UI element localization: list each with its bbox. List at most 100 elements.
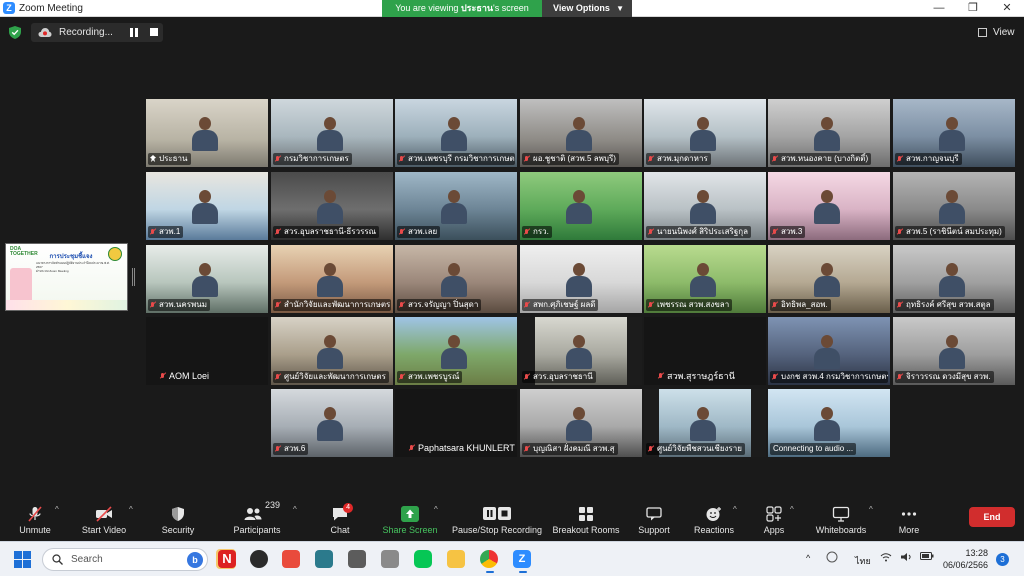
video-options-caret-icon[interactable]: ^ xyxy=(129,505,133,514)
apps-button[interactable]: Apps xyxy=(754,497,794,541)
chat-unread-badge: 4 xyxy=(343,503,354,513)
view-layout-button[interactable]: View xyxy=(978,24,1018,41)
chat-button[interactable]: 4 Chat xyxy=(318,497,362,541)
participant-tile[interactable]: Connecting to audio ... xyxy=(768,389,890,457)
stop-recording-button[interactable] xyxy=(150,28,158,36)
pause-stop-recording-button[interactable]: Pause/Stop Recording xyxy=(449,497,545,541)
breakout-rooms-button[interactable]: Breakout Rooms xyxy=(549,497,623,541)
security-button[interactable]: Security xyxy=(155,497,201,541)
windows-start-icon[interactable] xyxy=(14,551,31,568)
microphone-muted-icon xyxy=(275,446,281,452)
share-screen-button[interactable]: Share Screen xyxy=(380,497,440,541)
minimize-button[interactable]: — xyxy=(922,0,956,17)
participant-tile[interactable]: ฤทธิรงค์ ศรีสุข สวพ.สตูล xyxy=(893,245,1015,313)
show-hidden-icons-icon[interactable]: ^ xyxy=(806,553,810,576)
reactions-options-caret-icon[interactable]: ^ xyxy=(733,505,737,514)
participant-tile[interactable]: กรมวิชาการเกษตร xyxy=(271,99,393,167)
line-app-icon[interactable] xyxy=(414,550,432,568)
participant-tile[interactable]: อิทธิพล_สอพ. xyxy=(768,245,890,313)
participants-options-caret-icon[interactable]: ^ xyxy=(293,505,297,514)
end-meeting-button[interactable]: End xyxy=(969,507,1015,527)
participant-tile[interactable]: สวพ.เพชรบูรณ์ xyxy=(395,317,517,385)
audio-options-caret-icon[interactable]: ^ xyxy=(55,505,59,514)
participant-tile[interactable]: สวพ.มุกดาหาร xyxy=(644,99,766,167)
participants-count: 239 xyxy=(265,500,281,510)
participant-tile[interactable]: สวพ.6 xyxy=(271,389,393,457)
encryption-shield-icon[interactable] xyxy=(9,26,21,39)
participant-name: กรมวิชาการเกษตร xyxy=(284,154,349,163)
participant-tile[interactable]: สวพ.เพชรบุรี กรมวิชาการเกษตร xyxy=(395,99,517,167)
participant-tile[interactable]: สำนักวิจัยและพัฒนาการเกษตร xyxy=(271,245,393,313)
calculator-app-icon[interactable] xyxy=(381,550,399,568)
participant-tile[interactable]: กรว. xyxy=(520,172,642,240)
participant-tile[interactable]: สวพ.สุราษฎร์ธานี xyxy=(644,317,766,385)
start-video-button[interactable]: Start Video xyxy=(78,497,130,541)
share-options-caret-icon[interactable]: ^ xyxy=(434,505,438,514)
whiteboards-button[interactable]: Whiteboards xyxy=(808,497,874,541)
participant-tile[interactable]: สวพ.นครพนม xyxy=(146,245,268,313)
teams-app-icon[interactable] xyxy=(315,550,333,568)
participant-tile[interactable]: สพก.ศุภิเชษฐ์ ผลดี xyxy=(520,245,642,313)
tray-cloud-icon[interactable] xyxy=(826,551,838,565)
participant-name: เพชรรณ สวพ.สงขลา xyxy=(657,300,730,309)
participant-tile[interactable]: สวร.จรัญญา ปิ่นสุดา xyxy=(395,245,517,313)
microphone-muted-icon xyxy=(897,374,903,380)
participant-figure xyxy=(566,407,592,441)
participant-tile[interactable]: เพชรรณ สวพ.สงขลา xyxy=(644,245,766,313)
netflix-app-icon[interactable]: N xyxy=(218,550,236,568)
speedtest-app-icon[interactable] xyxy=(250,550,268,568)
volume-icon[interactable] xyxy=(900,552,912,576)
participant-tile[interactable]: สวพ.หนองคาย (บางกิตติ์) xyxy=(768,99,890,167)
notification-count-badge[interactable]: 3 xyxy=(996,553,1009,566)
participant-tile[interactable]: ศูนย์วิจัยและพัฒนาการเกษตร xyxy=(271,317,393,385)
microphone-muted-icon xyxy=(275,229,281,235)
thumbnail-resize-handle[interactable] xyxy=(132,268,135,286)
support-button[interactable]: Support xyxy=(630,497,678,541)
search-placeholder: Search xyxy=(71,554,103,565)
participant-tile[interactable]: นายนนิพงศ์ สิริประเสริฐกุล xyxy=(644,172,766,240)
unmute-button[interactable]: Unmute xyxy=(10,497,60,541)
anydesk-app-icon[interactable] xyxy=(282,550,300,568)
participant-tile[interactable]: บงกช สวพ.4 กรมวิชาการเกษตร xyxy=(768,317,890,385)
more-button[interactable]: More xyxy=(889,497,929,541)
microphone-muted-icon xyxy=(150,302,156,308)
taskbar-search-box[interactable]: Search b xyxy=(42,548,208,571)
microphone-muted-icon xyxy=(658,373,664,379)
participant-tile[interactable]: สวพ.3 xyxy=(768,172,890,240)
close-button[interactable]: ✕ xyxy=(990,0,1024,17)
maximize-button[interactable]: ❐ xyxy=(956,0,990,17)
participants-icon xyxy=(244,508,262,520)
shared-screen-thumbnail[interactable]: DOA TOGETHER การประชุมชี้แจง แนวทางการจั… xyxy=(5,243,128,311)
participant-tile[interactable]: บุญณิสา ฝั่งคมณี สวพ.สุ xyxy=(520,389,642,457)
wifi-icon[interactable] xyxy=(880,552,892,576)
participant-tile[interactable]: สวพ.กาญจนบุรี xyxy=(893,99,1015,167)
microphone-muted-icon xyxy=(897,229,903,235)
participant-tile[interactable]: ประธาน xyxy=(146,99,268,167)
participant-tile[interactable]: สวพ.เลย xyxy=(395,172,517,240)
participant-tile[interactable]: สวร.อุบลราชธานี xyxy=(520,317,642,385)
file-explorer-app-icon[interactable] xyxy=(447,550,465,568)
participant-tile[interactable]: ศูนย์วิจัยพืชสวนเชียงราย xyxy=(644,389,766,457)
zoom-app-icon[interactable]: Z xyxy=(513,550,531,573)
participant-name-label: จิราวรรณ ดวงมีสุข สวพ. xyxy=(895,371,994,383)
video-off-icon xyxy=(96,506,112,522)
input-language-indicator[interactable]: ไทย xyxy=(855,554,871,576)
clock-time: 13:28 xyxy=(965,548,988,558)
participant-tile[interactable]: สวร.อุบลราชธานี-ธีรวรรณ xyxy=(271,172,393,240)
participant-tile[interactable]: AOM Loei xyxy=(146,317,268,385)
system-clock[interactable]: 13:28 06/06/2566 xyxy=(932,547,988,571)
participant-tile[interactable]: สวพ.1 xyxy=(146,172,268,240)
apps-options-caret-icon[interactable]: ^ xyxy=(790,505,794,514)
participant-tile[interactable]: สวพ.5 (ราชินีตน์ สมประทุม) xyxy=(893,172,1015,240)
pause-recording-button[interactable] xyxy=(130,28,139,37)
view-options-button[interactable]: View Options ▼ xyxy=(542,0,632,17)
participant-tile[interactable]: จิราวรรณ ดวงมีสุข สวพ. xyxy=(893,317,1015,385)
bing-icon[interactable]: b xyxy=(187,552,203,568)
chrome-app-icon[interactable] xyxy=(480,550,498,573)
participant-figure xyxy=(566,190,592,224)
whiteboards-options-caret-icon[interactable]: ^ xyxy=(869,505,873,514)
screen-app-icon[interactable] xyxy=(348,550,366,568)
participant-tile[interactable]: ผอ.ชูชาติ (สวพ.5 ลพบุรี) xyxy=(520,99,642,167)
participant-tile[interactable]: Paphatsara KHUNLERT xyxy=(395,389,517,457)
reactions-button[interactable]: Reactions xyxy=(690,497,738,541)
